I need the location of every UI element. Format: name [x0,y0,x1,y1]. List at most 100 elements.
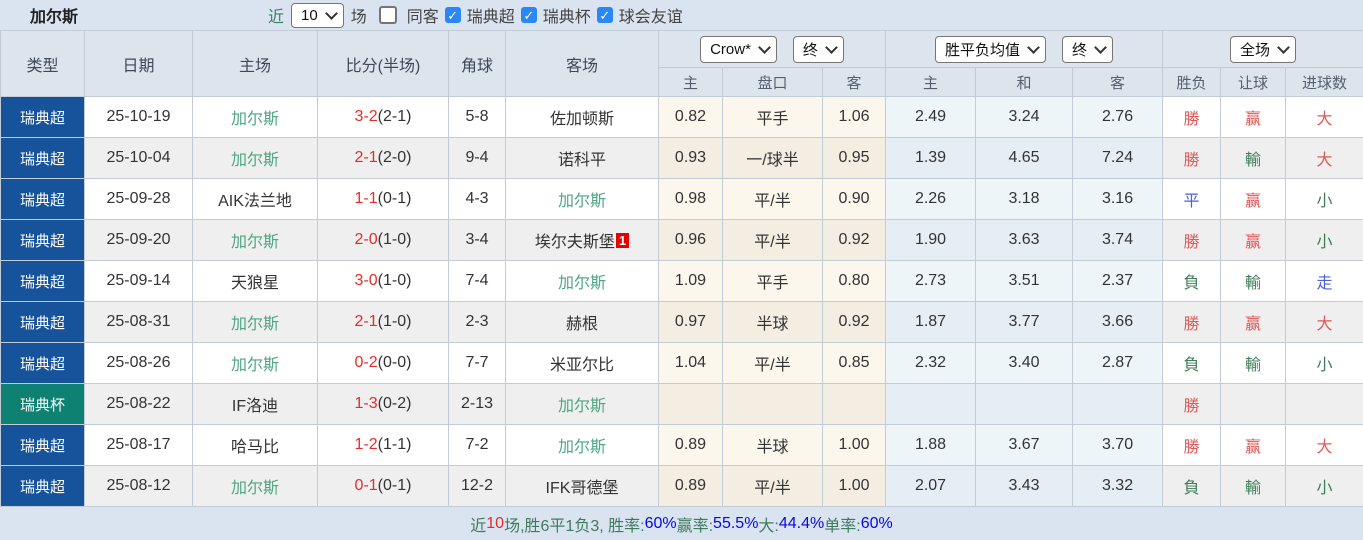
home-team-name: IF洛迪 [232,398,278,415]
home-team-name: 哈马比 [231,439,279,456]
result-goals: 大 [1286,97,1363,138]
euro-stage-select[interactable]: 终 [1062,36,1113,63]
home-team-name: 加尔斯 [231,111,279,128]
euro-home-odds: 2.07 [886,466,976,507]
away-team-name: 加尔斯 [558,193,606,210]
full-time-score: 2-1 [355,149,378,166]
asian-away-odds: 0.90 [823,179,886,220]
top-control-bar: 加尔斯 近 10 场 同客 ✓ 瑞典超 ✓ 瑞典杯 ✓ 球会友谊 [0,0,1363,30]
euro-home-odds: 2.26 [886,179,976,220]
half-time-score: (1-0) [378,313,412,330]
asian-home-odds: 0.89 [659,466,723,507]
full-time-score: 0-2 [355,354,378,371]
corners-cell: 3-4 [449,220,506,261]
date-cell: 25-08-22 [85,384,193,425]
score-cell: 2-1(1-0) [318,302,449,343]
recent-label: 近 [268,3,284,27]
euro-odds-select[interactable]: 胜平负均值 [935,36,1046,63]
asian-home-odds: 1.04 [659,343,723,384]
league-checkbox-2[interactable]: ✓ [597,7,613,23]
date-cell: 25-09-28 [85,179,193,220]
full-time-score: 1-1 [355,190,378,207]
same-away-checkbox[interactable] [379,6,397,24]
home-team-name: 加尔斯 [231,357,279,374]
euro-draw-odds: 3.51 [976,261,1073,302]
result-handicap: 輸 [1221,138,1286,179]
chevron-down-icon [825,41,838,54]
result-outcome: 勝 [1163,97,1221,138]
summary-text-part: 场,胜6平1负3, 胜率: [504,512,644,536]
result-goals [1286,384,1363,425]
recent-count-select[interactable]: 10 [291,3,344,28]
home-team-name: 加尔斯 [231,234,279,251]
home-team-name: 加尔斯 [231,152,279,169]
asian-away-odds: 1.00 [823,425,886,466]
result-handicap: 輸 [1221,466,1286,507]
home-team-name: AIK法兰地 [218,193,292,210]
away-team-name: 加尔斯 [558,439,606,456]
score-cell: 3-0(1-0) [318,261,449,302]
sub-header-outcome: 胜负 [1163,68,1221,97]
type-cell: 瑞典杯 [1,384,85,425]
result-goals: 大 [1286,138,1363,179]
asian-handicap: 平/半 [723,343,823,384]
result-handicap: 赢 [1221,302,1286,343]
home-team-cell: 加尔斯 [193,138,318,179]
full-time-score: 1-2 [355,436,378,453]
away-team-name: 加尔斯 [558,398,606,415]
bookmaker-select[interactable]: Crow* [700,36,777,63]
match-history-table: 类型 日期 主场 比分(半场) 角球 客场 Crow* 终 [0,30,1363,507]
asian-home-odds: 0.97 [659,302,723,343]
euro-draw-odds: 3.18 [976,179,1073,220]
asian-handicap: 半球 [723,302,823,343]
asian-away-odds: 0.92 [823,220,886,261]
corners-cell: 9-4 [449,138,506,179]
full-time-score: 0-1 [355,477,378,494]
result-goals: 大 [1286,425,1363,466]
half-time-score: (1-0) [378,231,412,248]
score-cell: 0-1(0-1) [318,466,449,507]
score-cell: 1-3(0-2) [318,384,449,425]
result-outcome: 負 [1163,466,1221,507]
type-cell: 瑞典超 [1,425,85,466]
away-team-cell: 加尔斯 [506,261,659,302]
asian-handicap: 平/半 [723,179,823,220]
asian-home-odds: 0.96 [659,220,723,261]
euro-draw-odds: 3.24 [976,97,1073,138]
asian-stage-select[interactable]: 终 [793,36,844,63]
scope-select[interactable]: 全场 [1230,36,1296,63]
euro-away-odds: 7.24 [1073,138,1163,179]
summary-text-part: 60% [861,515,893,533]
score-cell: 1-1(0-1) [318,179,449,220]
euro-draw-odds: 3.77 [976,302,1073,343]
euro-draw-odds: 3.67 [976,425,1073,466]
sub-header-asian-home: 主 [659,68,723,97]
asian-away-odds: 1.06 [823,97,886,138]
euro-home-odds: 2.49 [886,97,976,138]
sub-header-goals: 进球数 [1286,68,1363,97]
corners-cell: 7-7 [449,343,506,384]
type-cell: 瑞典超 [1,138,85,179]
date-cell: 25-08-26 [85,343,193,384]
date-cell: 25-08-31 [85,302,193,343]
league-checkbox-1[interactable]: ✓ [521,7,537,23]
half-time-score: (1-1) [378,436,412,453]
league-checkbox-0[interactable]: ✓ [445,7,461,23]
result-outcome: 勝 [1163,138,1221,179]
type-cell: 瑞典超 [1,97,85,138]
result-goals: 走 [1286,261,1363,302]
filter-controls: 近 10 场 同客 ✓ 瑞典超 ✓ 瑞典杯 ✓ 球会友谊 [268,3,683,28]
away-team-cell: 加尔斯 [506,179,659,220]
euro-home-odds: 1.39 [886,138,976,179]
euro-away-odds: 3.32 [1073,466,1163,507]
home-team-cell: AIK法兰地 [193,179,318,220]
summary-text-part: 近 [470,512,486,536]
full-time-score: 3-2 [355,108,378,125]
asian-handicap: 半球 [723,425,823,466]
result-handicap [1221,384,1286,425]
half-time-score: (1-0) [378,272,412,289]
euro-away-odds: 2.37 [1073,261,1163,302]
table-row: 瑞典超25-08-31加尔斯2-1(1-0)2-3赫根0.97半球0.921.8… [1,302,1363,343]
corners-cell: 5-8 [449,97,506,138]
result-outcome: 平 [1163,179,1221,220]
